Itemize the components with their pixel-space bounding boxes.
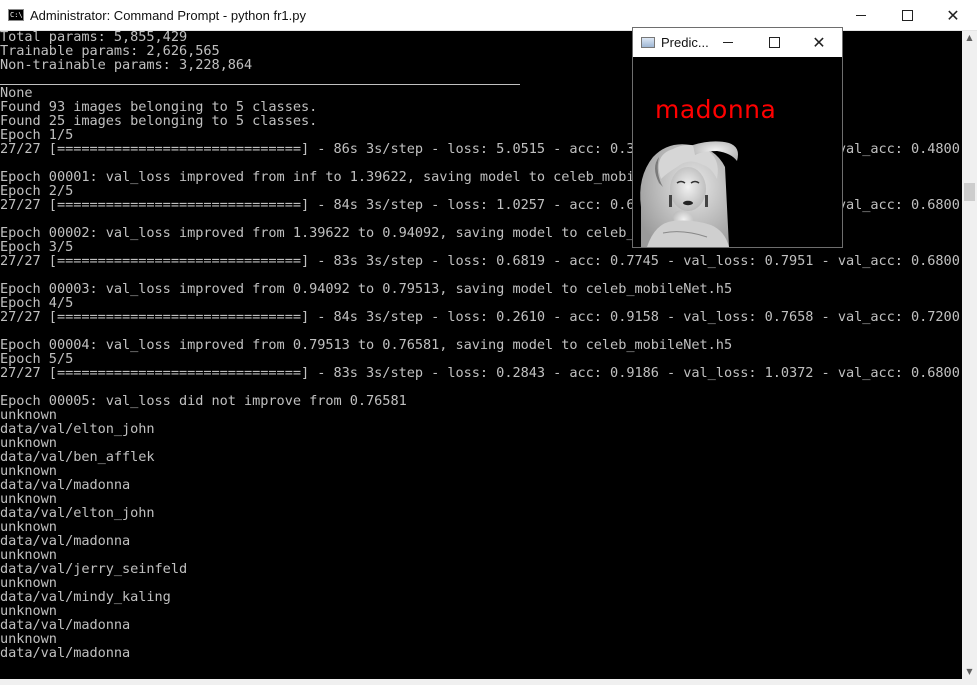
prediction-title-bar[interactable]: Predic... ✕ bbox=[633, 28, 842, 57]
vertical-scrollbar[interactable]: ▲ ▼ bbox=[962, 31, 977, 679]
console-line: Epoch 1/5 bbox=[0, 127, 74, 143]
console-line: None bbox=[0, 85, 33, 101]
console-line: Epoch 00005: val_loss did not improve fr… bbox=[0, 393, 407, 409]
console-line: Found 93 images belonging to 5 classes. bbox=[0, 99, 318, 115]
prediction-minimize-button[interactable] bbox=[705, 28, 751, 57]
console-line: 27/27 [==============================] -… bbox=[0, 365, 960, 381]
console-line: unknown bbox=[0, 407, 57, 423]
console-line: 27/27 [==============================] -… bbox=[0, 253, 960, 269]
console-line: Epoch 00002: val_loss improved from 1.39… bbox=[0, 225, 733, 241]
maximize-button[interactable] bbox=[884, 0, 930, 31]
prediction-maximize-button[interactable] bbox=[751, 28, 797, 57]
console-line: Epoch 4/5 bbox=[0, 295, 74, 311]
console-line: Found 25 images belonging to 5 classes. bbox=[0, 113, 318, 129]
window-title: Administrator: Command Prompt - python f… bbox=[30, 8, 306, 23]
console-line: data/val/madonna bbox=[0, 477, 131, 493]
console-line: unknown bbox=[0, 575, 57, 591]
console-line: unknown bbox=[0, 519, 57, 535]
console-line: Epoch 3/5 bbox=[0, 239, 74, 255]
console-line: data/val/elton_john bbox=[0, 505, 155, 521]
console-line: unknown bbox=[0, 603, 57, 619]
scroll-up-icon[interactable]: ▲ bbox=[962, 31, 977, 45]
prediction-close-button[interactable]: ✕ bbox=[796, 28, 842, 57]
console-line: Epoch 00003: val_loss improved from 0.94… bbox=[0, 281, 733, 297]
window-app-icon bbox=[641, 37, 655, 48]
console-line: unknown bbox=[0, 463, 57, 479]
console-line: Epoch 00001: val_loss improved from inf … bbox=[0, 169, 700, 185]
console-line: data/val/madonna bbox=[0, 645, 131, 661]
close-button[interactable]: ✕ bbox=[930, 0, 976, 31]
prediction-window[interactable]: Predic... ✕ madonna bbox=[632, 27, 843, 248]
console-line: Non-trainable params: 3,228,864 bbox=[0, 57, 253, 73]
minimize-icon bbox=[723, 42, 733, 43]
console-line: data/val/madonna bbox=[0, 533, 131, 549]
scroll-thumb[interactable] bbox=[964, 183, 975, 201]
console-line: unknown bbox=[0, 547, 57, 563]
close-icon: ✕ bbox=[946, 6, 960, 25]
console-line: Epoch 5/5 bbox=[0, 351, 74, 367]
prediction-window-title: Predic... bbox=[661, 35, 709, 50]
window-bottom-edge bbox=[0, 679, 977, 685]
console-line: Trainable params: 2,626,565 bbox=[0, 43, 220, 59]
maximize-icon bbox=[901, 10, 913, 21]
separator-line bbox=[0, 84, 520, 85]
close-icon: ✕ bbox=[812, 33, 826, 52]
console-line: unknown bbox=[0, 491, 57, 507]
minimize-button[interactable] bbox=[838, 0, 884, 31]
console-line: Epoch 00004: val_loss improved from 0.79… bbox=[0, 337, 733, 353]
cmd-icon: C:\ bbox=[8, 9, 24, 21]
console-line: data/val/mindy_kaling bbox=[0, 589, 171, 605]
console-line: Epoch 2/5 bbox=[0, 183, 74, 199]
console-line: data/val/elton_john bbox=[0, 421, 155, 437]
console-line: data/val/madonna bbox=[0, 617, 131, 633]
portrait-photo bbox=[633, 137, 760, 247]
maximize-icon bbox=[768, 37, 780, 48]
scroll-down-icon[interactable]: ▼ bbox=[962, 665, 977, 679]
console-line: data/val/ben_afflek bbox=[0, 449, 155, 465]
prediction-canvas: madonna bbox=[633, 57, 842, 247]
console-line: unknown bbox=[0, 435, 57, 451]
minimize-icon bbox=[856, 15, 866, 16]
console-line: unknown bbox=[0, 631, 57, 647]
console-line: data/val/jerry_seinfeld bbox=[0, 561, 188, 577]
prediction-label: madonna bbox=[655, 95, 777, 124]
console-line: 27/27 [==============================] -… bbox=[0, 309, 960, 325]
